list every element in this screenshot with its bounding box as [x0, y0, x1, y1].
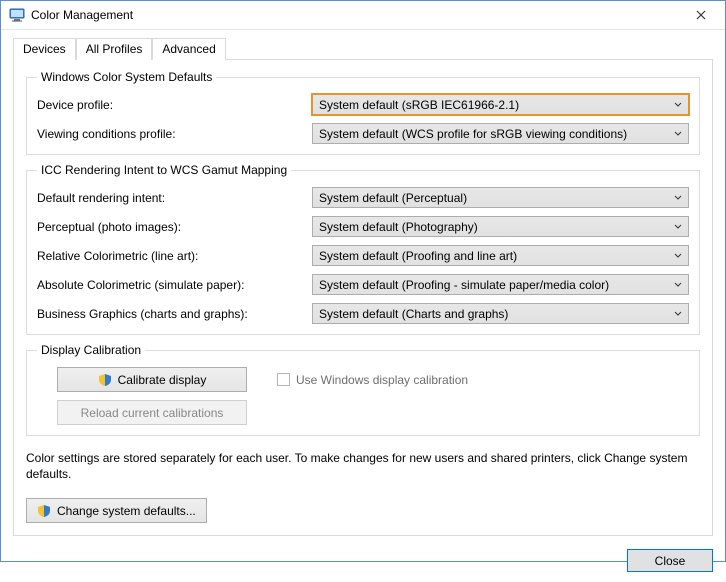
group-icc-mapping-legend: ICC Rendering Intent to WCS Gamut Mappin…	[37, 163, 291, 177]
tab-strip: Devices All Profiles Advanced	[13, 38, 713, 60]
select-absolute[interactable]: System default (Proofing - simulate pape…	[312, 274, 689, 295]
titlebar: Color Management	[1, 1, 725, 30]
chevron-down-icon	[674, 131, 682, 137]
tab-all-profiles[interactable]: All Profiles	[76, 38, 153, 60]
app-monitor-icon	[9, 7, 25, 23]
row-reload: Reload current calibrations	[37, 392, 689, 425]
group-wcs-defaults: Windows Color System Defaults Device pro…	[26, 70, 700, 155]
group-display-calibration-legend: Display Calibration	[37, 343, 145, 357]
row-business: Business Graphics (charts and graphs): S…	[37, 303, 689, 324]
chevron-down-icon	[674, 224, 682, 230]
change-system-defaults-button[interactable]: Change system defaults...	[26, 498, 207, 523]
select-relative[interactable]: System default (Proofing and line art)	[312, 245, 689, 266]
row-viewing-conditions: Viewing conditions profile: System defau…	[37, 123, 689, 144]
group-icc-mapping: ICC Rendering Intent to WCS Gamut Mappin…	[26, 163, 700, 335]
checkbox-box-icon	[277, 373, 290, 386]
tab-devices[interactable]: Devices	[13, 38, 76, 60]
select-perceptual-value: System default (Photography)	[319, 220, 478, 234]
row-change-defaults: Change system defaults...	[26, 498, 700, 523]
reload-calibrations-label: Reload current calibrations	[81, 406, 224, 420]
shield-icon	[98, 373, 112, 387]
select-business-value: System default (Charts and graphs)	[319, 307, 508, 321]
dialog-button-bar: Close	[1, 540, 725, 582]
tab-advanced[interactable]: Advanced	[152, 38, 225, 60]
chevron-down-icon	[674, 282, 682, 288]
label-perceptual: Perceptual (photo images):	[37, 220, 312, 234]
calibrate-display-label: Calibrate display	[118, 373, 207, 387]
select-viewing-conditions[interactable]: System default (WCS profile for sRGB vie…	[312, 123, 689, 144]
select-viewing-conditions-value: System default (WCS profile for sRGB vie…	[319, 127, 627, 141]
chevron-down-icon	[674, 311, 682, 317]
label-relative: Relative Colorimetric (line art):	[37, 249, 312, 263]
footer-description: Color settings are stored separately for…	[26, 450, 700, 482]
label-absolute: Absolute Colorimetric (simulate paper):	[37, 278, 312, 292]
row-absolute: Absolute Colorimetric (simulate paper): …	[37, 274, 689, 295]
chevron-down-icon	[674, 195, 682, 201]
label-viewing-conditions: Viewing conditions profile:	[37, 127, 312, 141]
group-wcs-defaults-legend: Windows Color System Defaults	[37, 70, 216, 84]
select-perceptual[interactable]: System default (Photography)	[312, 216, 689, 237]
select-default-intent[interactable]: System default (Perceptual)	[312, 187, 689, 208]
select-device-profile[interactable]: System default (sRGB IEC61966-2.1)	[312, 94, 689, 115]
row-relative: Relative Colorimetric (line art): System…	[37, 245, 689, 266]
row-default-intent: Default rendering intent: System default…	[37, 187, 689, 208]
reload-calibrations-button: Reload current calibrations	[57, 400, 247, 425]
use-windows-calibration-label: Use Windows display calibration	[296, 373, 468, 387]
use-windows-calibration-checkbox: Use Windows display calibration	[277, 373, 468, 387]
row-calibrate: Calibrate display Use Windows display ca…	[37, 363, 689, 392]
select-relative-value: System default (Proofing and line art)	[319, 249, 517, 263]
select-business[interactable]: System default (Charts and graphs)	[312, 303, 689, 324]
label-default-intent: Default rendering intent:	[37, 191, 312, 205]
label-device-profile: Device profile:	[37, 98, 312, 112]
shield-icon	[37, 504, 51, 518]
select-device-profile-value: System default (sRGB IEC61966-2.1)	[319, 98, 519, 112]
close-button[interactable]: Close	[627, 549, 713, 572]
close-button-label: Close	[655, 554, 686, 568]
chevron-down-icon	[674, 102, 682, 108]
select-default-intent-value: System default (Perceptual)	[319, 191, 467, 205]
row-perceptual: Perceptual (photo images): System defaul…	[37, 216, 689, 237]
tab-panel-advanced: Windows Color System Defaults Device pro…	[13, 59, 713, 536]
calibrate-display-button[interactable]: Calibrate display	[57, 367, 247, 392]
content-area: Devices All Profiles Advanced Windows Co…	[1, 30, 725, 540]
chevron-down-icon	[674, 253, 682, 259]
group-display-calibration: Display Calibration Calibrate display Us…	[26, 343, 700, 436]
window-title: Color Management	[31, 8, 678, 22]
select-absolute-value: System default (Proofing - simulate pape…	[319, 278, 609, 292]
window-close-button[interactable]	[678, 1, 723, 29]
change-system-defaults-label: Change system defaults...	[57, 504, 196, 518]
row-device-profile: Device profile: System default (sRGB IEC…	[37, 94, 689, 115]
label-business: Business Graphics (charts and graphs):	[37, 307, 312, 321]
